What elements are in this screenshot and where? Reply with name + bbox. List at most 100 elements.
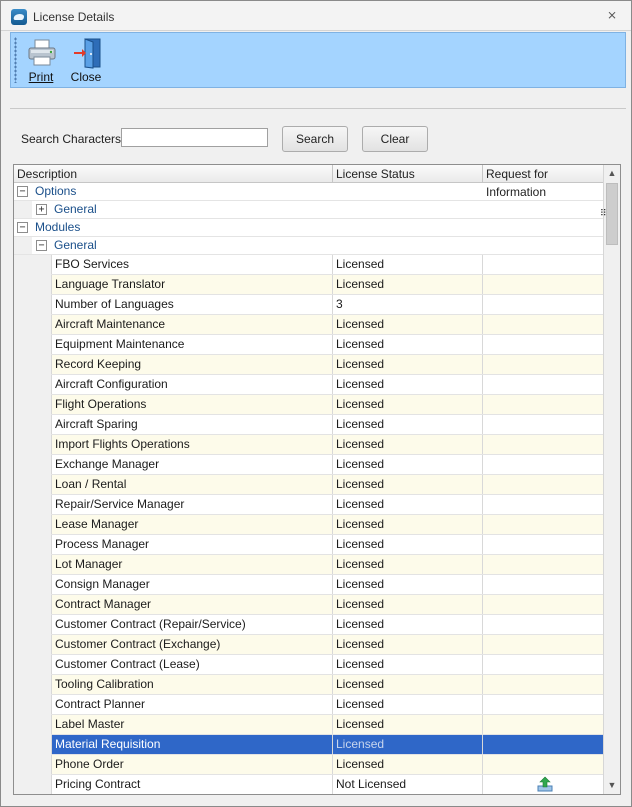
request-info-cell[interactable]	[482, 675, 604, 694]
license-status-cell[interactable]: Licensed	[332, 535, 482, 554]
description-cell[interactable]: Lease Manager	[51, 515, 332, 534]
request-info-cell[interactable]	[482, 535, 604, 554]
table-row[interactable]: Aircraft Maintenance Licensed	[14, 315, 604, 335]
description-cell[interactable]: Repair/Service Manager	[51, 495, 332, 514]
request-info-cell[interactable]	[482, 475, 604, 494]
description-cell[interactable]: Import Flights Operations	[51, 435, 332, 454]
description-cell[interactable]: Pricing Contract	[51, 775, 332, 794]
request-info-cell[interactable]	[482, 555, 604, 574]
table-row[interactable]: Contract Manager Licensed	[14, 595, 604, 615]
request-info-cell[interactable]	[482, 755, 604, 774]
license-status-cell[interactable]: Licensed	[332, 475, 482, 494]
license-status-cell[interactable]: Licensed	[332, 715, 482, 734]
group-row-modules[interactable]: − Modules	[14, 219, 604, 237]
request-info-cell[interactable]	[482, 495, 604, 514]
collapse-icon[interactable]: −	[36, 240, 47, 251]
license-status-cell[interactable]: Licensed	[332, 615, 482, 634]
request-info-cell[interactable]	[482, 255, 604, 274]
request-info-cell[interactable]	[482, 355, 604, 374]
request-info-cell[interactable]	[482, 775, 604, 794]
expand-icon[interactable]: +	[36, 204, 47, 215]
group-row-options-general[interactable]: + General	[14, 201, 604, 219]
collapse-icon[interactable]: −	[17, 186, 28, 197]
request-info-cell[interactable]	[482, 275, 604, 294]
description-cell[interactable]: Process Manager	[51, 535, 332, 554]
license-status-cell[interactable]: Licensed	[332, 595, 482, 614]
request-info-cell[interactable]	[482, 295, 604, 314]
upload-request-icon[interactable]	[537, 776, 553, 792]
table-row[interactable]: FBO Services Licensed	[14, 255, 604, 275]
request-info-cell[interactable]	[482, 335, 604, 354]
request-info-cell[interactable]	[482, 375, 604, 394]
description-cell[interactable]: Flight Operations	[51, 395, 332, 414]
request-info-cell[interactable]	[482, 575, 604, 594]
table-row[interactable]: Customer Contract (Lease) Licensed	[14, 655, 604, 675]
license-status-cell[interactable]: Licensed	[332, 355, 482, 374]
toolbar-grip[interactable]	[14, 37, 17, 83]
scroll-up-icon[interactable]: ▲	[604, 165, 620, 182]
scroll-down-icon[interactable]: ▼	[604, 777, 620, 794]
license-status-cell[interactable]: Licensed	[332, 375, 482, 394]
license-status-cell[interactable]: Licensed	[332, 275, 482, 294]
license-status-cell[interactable]: Licensed	[332, 655, 482, 674]
description-cell[interactable]: Consign Manager	[51, 575, 332, 594]
table-row[interactable]: Equipment Maintenance Licensed	[14, 335, 604, 355]
table-row[interactable]: Exchange Manager Licensed	[14, 455, 604, 475]
close-button[interactable]: Close	[69, 35, 103, 87]
description-cell[interactable]: Lot Manager	[51, 555, 332, 574]
table-row[interactable]: Lot Manager Licensed	[14, 555, 604, 575]
table-row[interactable]: Aircraft Sparing Licensed	[14, 415, 604, 435]
license-status-cell[interactable]: Licensed	[332, 495, 482, 514]
request-info-cell[interactable]	[482, 695, 604, 714]
description-cell[interactable]: Material Requisition	[51, 735, 332, 754]
request-info-cell[interactable]	[482, 715, 604, 734]
description-cell[interactable]: Customer Contract (Repair/Service)	[51, 615, 332, 634]
window-close-icon[interactable]: ⨯	[607, 8, 617, 22]
description-cell[interactable]: Customer Contract (Exchange)	[51, 635, 332, 654]
clear-button[interactable]: Clear	[362, 126, 428, 152]
license-status-cell[interactable]: Licensed	[332, 315, 482, 334]
table-row[interactable]: Flight Operations Licensed	[14, 395, 604, 415]
description-cell[interactable]: Record Keeping	[51, 355, 332, 374]
group-row-options[interactable]: − Options	[14, 183, 604, 201]
table-row[interactable]: Tooling Calibration Licensed	[14, 675, 604, 695]
description-cell[interactable]: Aircraft Sparing	[51, 415, 332, 434]
description-cell[interactable]: Loan / Rental	[51, 475, 332, 494]
table-row[interactable]: Customer Contract (Repair/Service) Licens…	[14, 615, 604, 635]
table-row[interactable]: Lease Manager Licensed	[14, 515, 604, 535]
license-status-cell[interactable]: Licensed	[332, 635, 482, 654]
license-status-cell[interactable]: Licensed	[332, 515, 482, 534]
table-row[interactable]: Pricing Contract Not Licensed	[14, 775, 604, 794]
license-status-cell[interactable]: Licensed	[332, 255, 482, 274]
column-header-license-status[interactable]: License Status	[332, 165, 482, 183]
table-row[interactable]: Aircraft Configuration Licensed	[14, 375, 604, 395]
table-row[interactable]: Material Requisition Licensed	[14, 735, 604, 755]
license-status-cell[interactable]: Licensed	[332, 555, 482, 574]
description-cell[interactable]: FBO Services	[51, 255, 332, 274]
license-status-cell[interactable]: Licensed	[332, 695, 482, 714]
request-info-cell[interactable]	[482, 515, 604, 534]
table-row[interactable]: Label Master Licensed	[14, 715, 604, 735]
description-cell[interactable]: Customer Contract (Lease)	[51, 655, 332, 674]
table-row[interactable]: Repair/Service Manager Licensed	[14, 495, 604, 515]
request-info-cell[interactable]	[482, 315, 604, 334]
collapse-icon[interactable]: −	[17, 222, 28, 233]
table-row[interactable]: Record Keeping Licensed	[14, 355, 604, 375]
license-status-cell[interactable]: Licensed	[332, 435, 482, 454]
description-cell[interactable]: Tooling Calibration	[51, 675, 332, 694]
group-row-modules-general[interactable]: − General	[14, 237, 604, 255]
table-row[interactable]: Process Manager Licensed	[14, 535, 604, 555]
search-input[interactable]	[121, 128, 268, 147]
request-info-cell[interactable]	[482, 435, 604, 454]
request-info-cell[interactable]	[482, 635, 604, 654]
license-status-cell[interactable]: Licensed	[332, 455, 482, 474]
description-cell[interactable]: Aircraft Maintenance	[51, 315, 332, 334]
license-status-cell[interactable]: Licensed	[332, 395, 482, 414]
request-info-cell[interactable]	[482, 395, 604, 414]
column-header-description[interactable]: Description	[14, 165, 332, 183]
request-info-cell[interactable]	[482, 415, 604, 434]
vertical-scrollbar[interactable]: ▲ ⠿ ▼	[600, 165, 620, 794]
description-cell[interactable]: Language Translator	[51, 275, 332, 294]
table-row[interactable]: Loan / Rental Licensed	[14, 475, 604, 495]
table-row[interactable]: Import Flights Operations Licensed	[14, 435, 604, 455]
